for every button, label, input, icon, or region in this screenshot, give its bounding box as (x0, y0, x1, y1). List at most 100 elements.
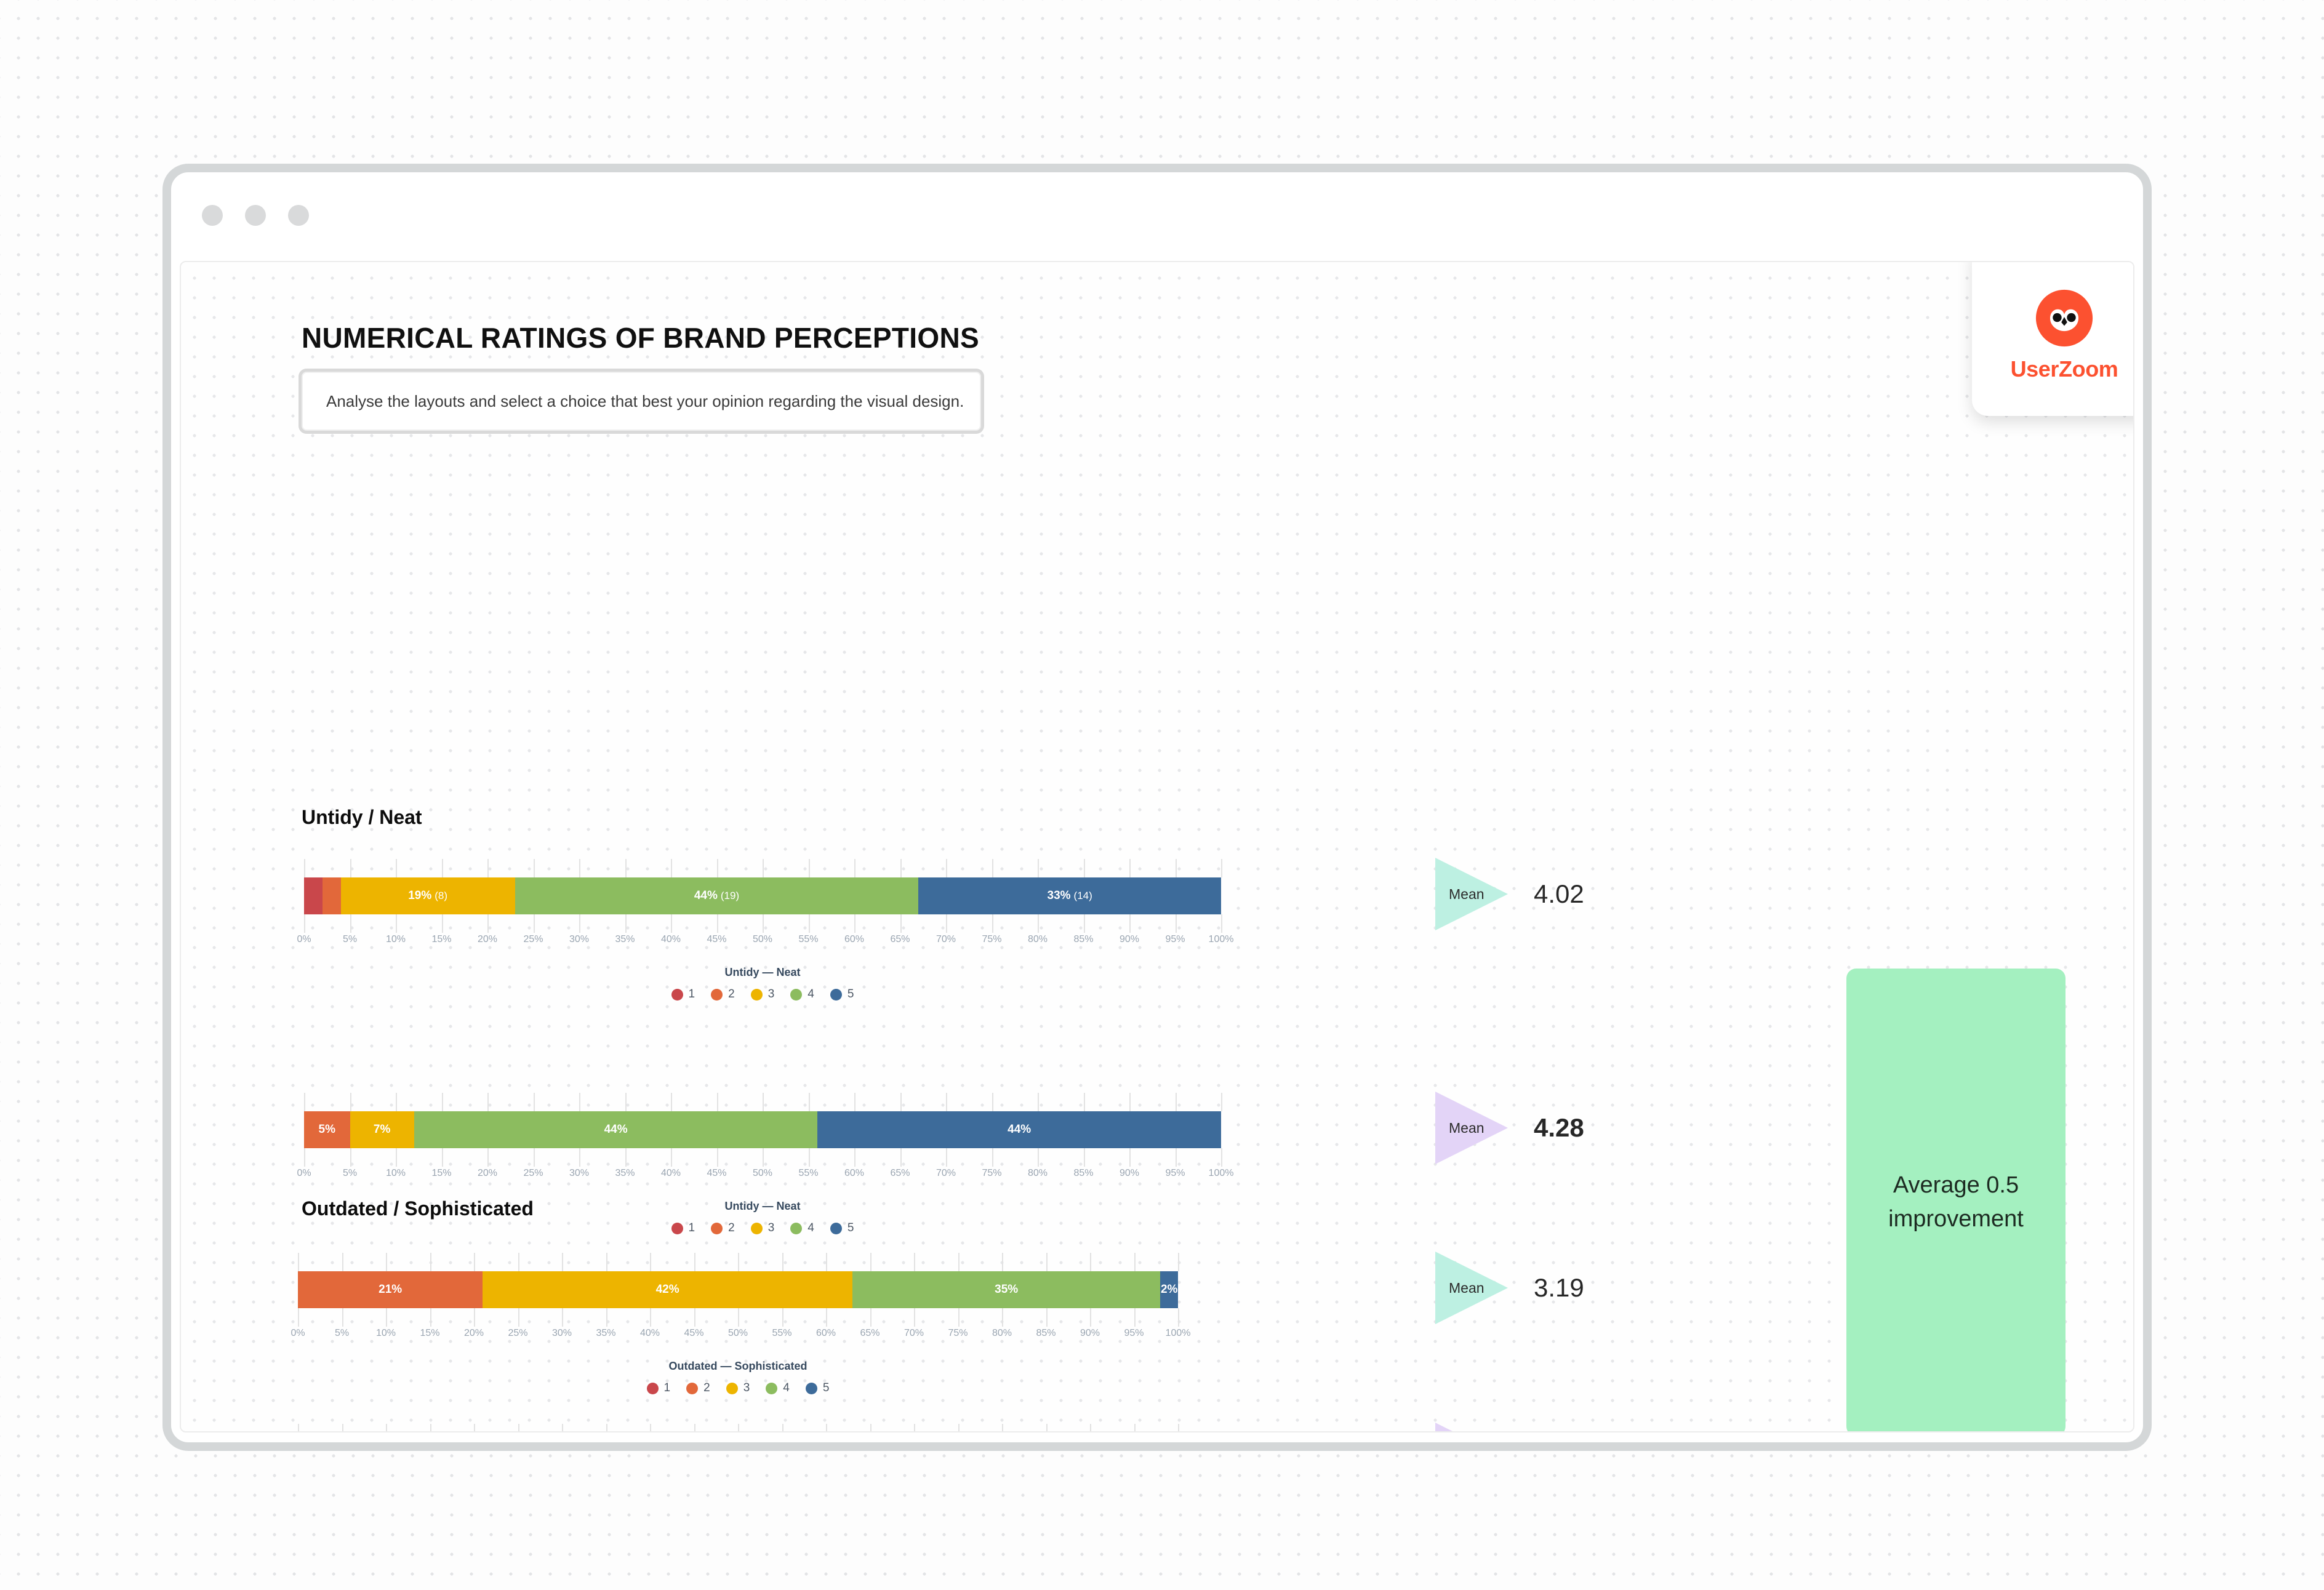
bar-segment[interactable] (304, 877, 323, 914)
bar-segment[interactable]: 44% (19) (515, 877, 919, 914)
axis-tick-label: 80% (1027, 1168, 1048, 1178)
gridline (763, 1148, 764, 1167)
legend-item[interactable]: 1 (671, 1221, 695, 1235)
bar-segment-label: 7% (373, 1123, 391, 1136)
x-axis: 0% 5% 10% 15% 20% 25% 30% 35% 40% 45% 50% 55% 60% 65%… (290, 1328, 1190, 1346)
legend-swatch-icon (671, 988, 683, 1001)
legend-item[interactable]: 4 (766, 1381, 790, 1395)
page-root: UserZoom NUMERICAL RATINGS OF BRAND PERC… (0, 0, 2324, 1590)
gridline (958, 1424, 960, 1431)
mean-arrow-icon: Mean (1435, 1092, 1508, 1164)
bar-segment[interactable]: 35% (852, 1271, 1161, 1308)
gridline (854, 1093, 855, 1111)
legend-swatch-icon (805, 1382, 817, 1394)
bar-segment[interactable]: 19% (8) (340, 877, 515, 914)
legend-item[interactable]: 3 (750, 988, 774, 1001)
bar-segment[interactable]: 44% (414, 1111, 818, 1148)
legend-item[interactable]: 5 (830, 1221, 854, 1235)
window-dot-minimize-icon[interactable] (245, 205, 266, 226)
gridline (694, 1308, 695, 1327)
window-dot-maximize-icon[interactable] (288, 205, 309, 226)
gridline (946, 1148, 947, 1167)
gridline (1038, 914, 1039, 933)
x-axis: 0% 5% 10% 15% 20% 25% 30% 35% 40% 45% 50% 55% 60% 65%… (297, 934, 1233, 953)
legend-item[interactable]: 3 (726, 1381, 750, 1395)
legend-item[interactable]: 1 (671, 988, 695, 1001)
gridline (900, 859, 902, 877)
x-axis: 0% 5% 10% 15% 20% 25% 30% 35% 40% 45% 50% 55% 60% 65%… (297, 1168, 1233, 1186)
axis-tick-label: 95% (1124, 1328, 1144, 1338)
bar-segment[interactable]: 2% (1160, 1271, 1178, 1308)
gridline (533, 914, 535, 933)
legend-item[interactable]: 3 (750, 1221, 774, 1235)
axis-tick-label: 15% (431, 1168, 452, 1178)
bar-segment[interactable]: 7% (350, 1111, 414, 1148)
gridline (386, 1424, 387, 1431)
gridline (870, 1253, 872, 1271)
bar-segment[interactable]: 33% (14) (918, 877, 1221, 914)
mean-arrow-icon: Mean (1435, 858, 1508, 930)
gridline (396, 1148, 397, 1167)
legend-item[interactable]: 1 (646, 1381, 671, 1395)
mean-callout: Mean 4.02 (1435, 858, 1584, 930)
legend-item[interactable]: 2 (686, 1381, 710, 1395)
bar-segment[interactable] (322, 877, 341, 914)
legend-label: 1 (688, 988, 695, 1001)
gridline (1134, 1424, 1136, 1431)
bar-track: 19% (8) 44% (19) 33% (14) (304, 859, 1222, 933)
mean-arrow-icon: Mean (1435, 1423, 1508, 1431)
bar-segment-label: 44% (694, 889, 718, 902)
axis-tick-label: 50% (752, 1168, 773, 1178)
gridline (342, 1308, 343, 1327)
gridline (694, 1253, 695, 1271)
gridline (1002, 1308, 1003, 1327)
gridline (1129, 914, 1131, 933)
gridline (870, 1424, 872, 1431)
bar-segment-label: 44% (1008, 1123, 1032, 1136)
gridline (487, 1093, 489, 1111)
window-dot-close-icon[interactable] (202, 205, 223, 226)
gridline (946, 914, 947, 933)
bar-segment[interactable]: 5% (304, 1111, 350, 1148)
gridline (808, 914, 810, 933)
legend-item[interactable]: 2 (711, 1221, 735, 1235)
gridline (738, 1253, 739, 1271)
gridline (671, 1093, 672, 1111)
legend-swatch-icon (726, 1382, 738, 1394)
prompt-box: Analyse the layouts and select a choice … (302, 372, 981, 431)
gridline (1129, 1093, 1131, 1111)
bar-segment-count: (8) (435, 890, 448, 901)
bar-segment-count: (19) (720, 890, 740, 901)
axis-tick-label: 15% (420, 1328, 440, 1338)
bar-segment[interactable]: 42% (483, 1271, 852, 1308)
window-titlebar (171, 172, 2143, 258)
legend-swatch-icon (790, 1222, 803, 1234)
legend-label: 5 (847, 1221, 854, 1234)
gridline (914, 1424, 915, 1431)
gridline (625, 859, 627, 877)
gridline (716, 1148, 718, 1167)
gridline (579, 914, 580, 933)
mean-value: 3.19 (1534, 1273, 1584, 1302)
legend-label: 1 (663, 1381, 671, 1394)
gridline (474, 1253, 475, 1271)
bar-segment[interactable]: 44% (817, 1111, 1221, 1148)
legend-item[interactable]: 5 (830, 988, 854, 1001)
axis-tick-label: 65% (890, 1168, 910, 1178)
legend-item[interactable]: 4 (790, 988, 814, 1001)
gridline (826, 1253, 827, 1271)
gridline (694, 1424, 695, 1431)
gridline (1221, 859, 1222, 877)
axis-tick-label: 95% (1165, 1168, 1185, 1178)
axis-tick-label: 45% (707, 1168, 727, 1178)
bar-track: 21% 42% 35% 2% (298, 1253, 1179, 1327)
legend-item[interactable]: 2 (711, 988, 735, 1001)
axis-tick-label: 10% (385, 1168, 406, 1178)
gridline (1175, 914, 1177, 933)
gridline (304, 859, 305, 877)
owl-logo-icon (2035, 289, 2093, 347)
legend-item[interactable]: 4 (790, 1221, 814, 1235)
legend-item[interactable]: 5 (805, 1381, 829, 1395)
bar-segment-label: 42% (655, 1283, 679, 1296)
bar-segment[interactable]: 21% (298, 1271, 483, 1308)
